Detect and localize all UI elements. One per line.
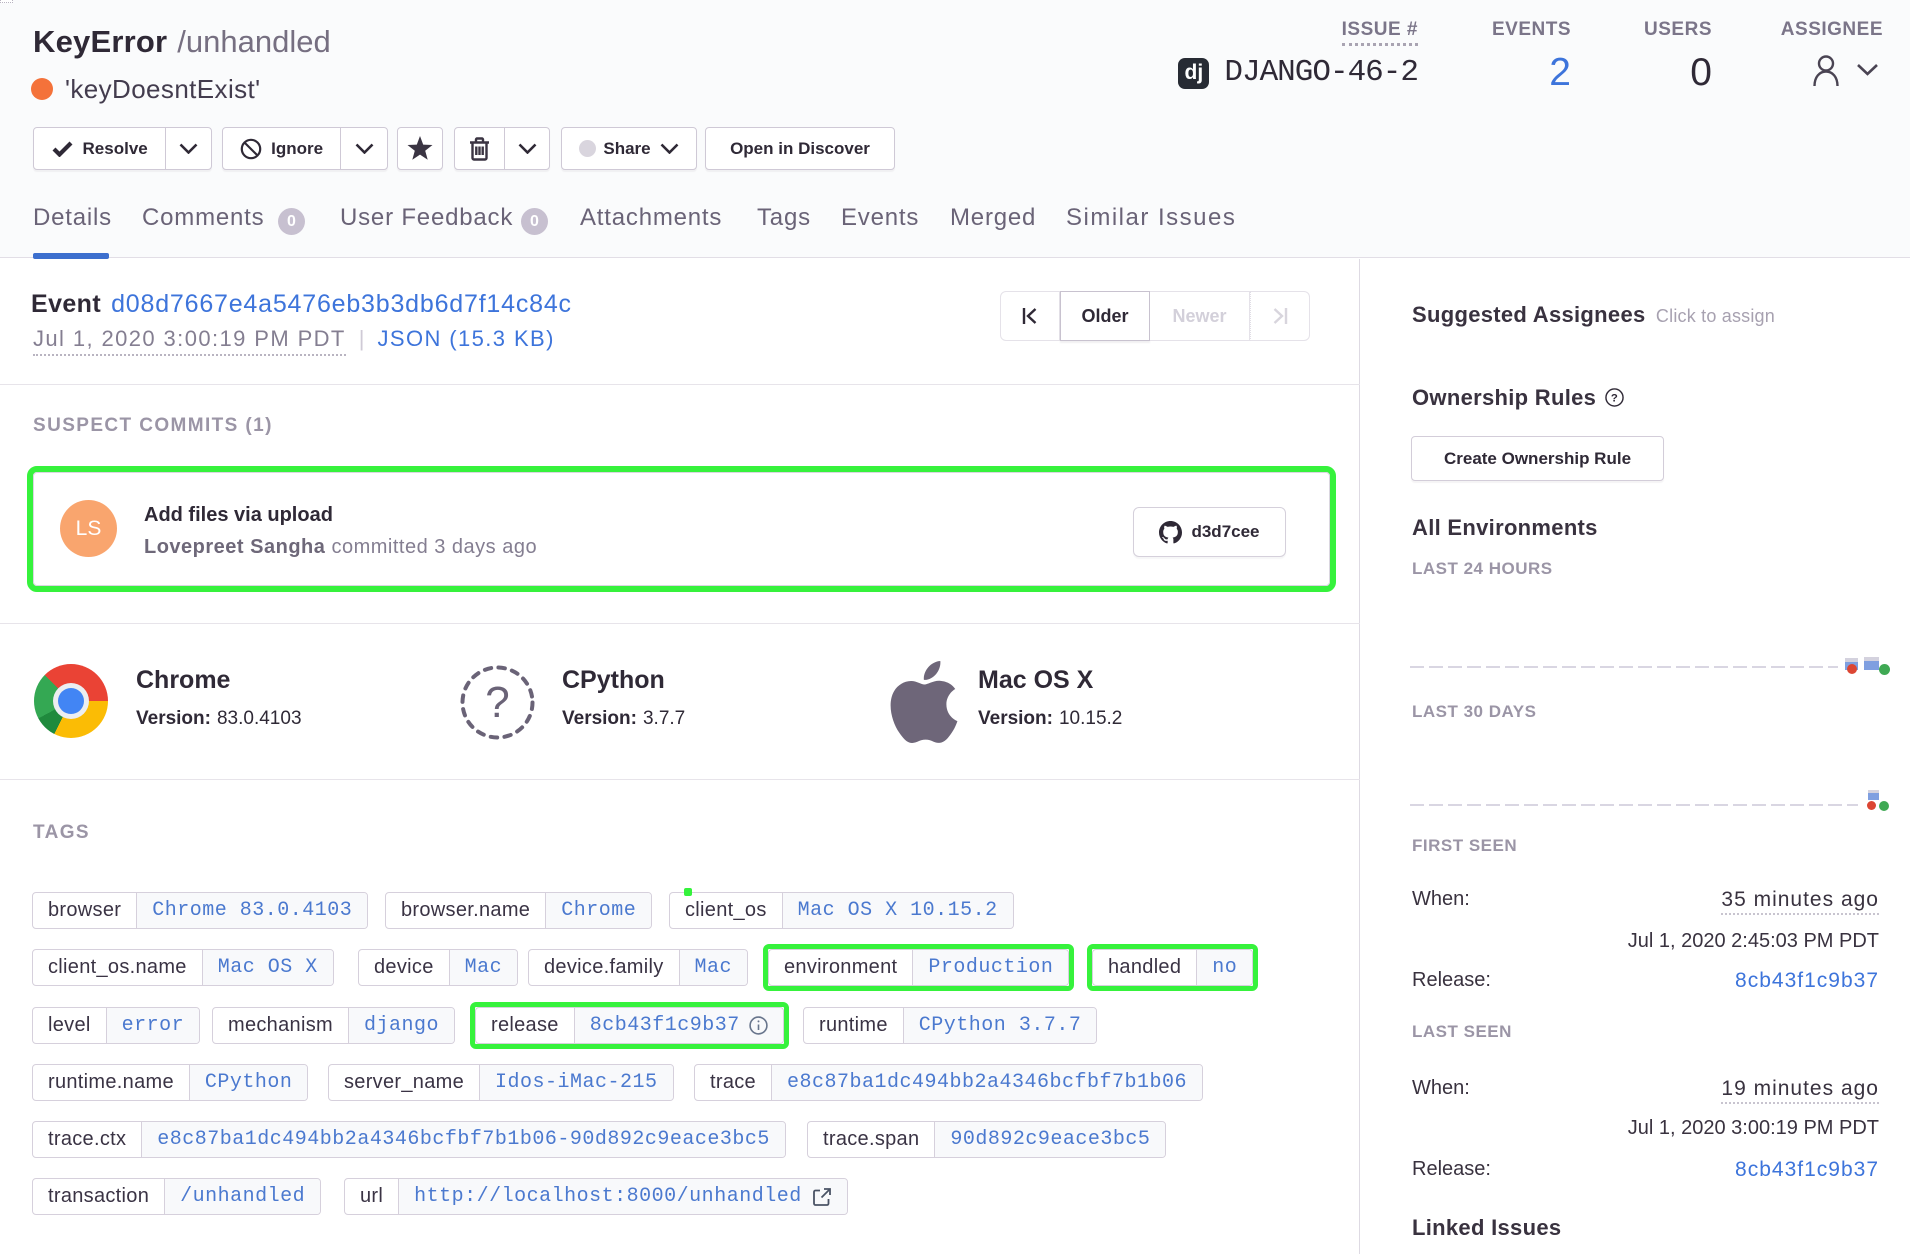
svg-text:?: ? — [1611, 392, 1618, 404]
